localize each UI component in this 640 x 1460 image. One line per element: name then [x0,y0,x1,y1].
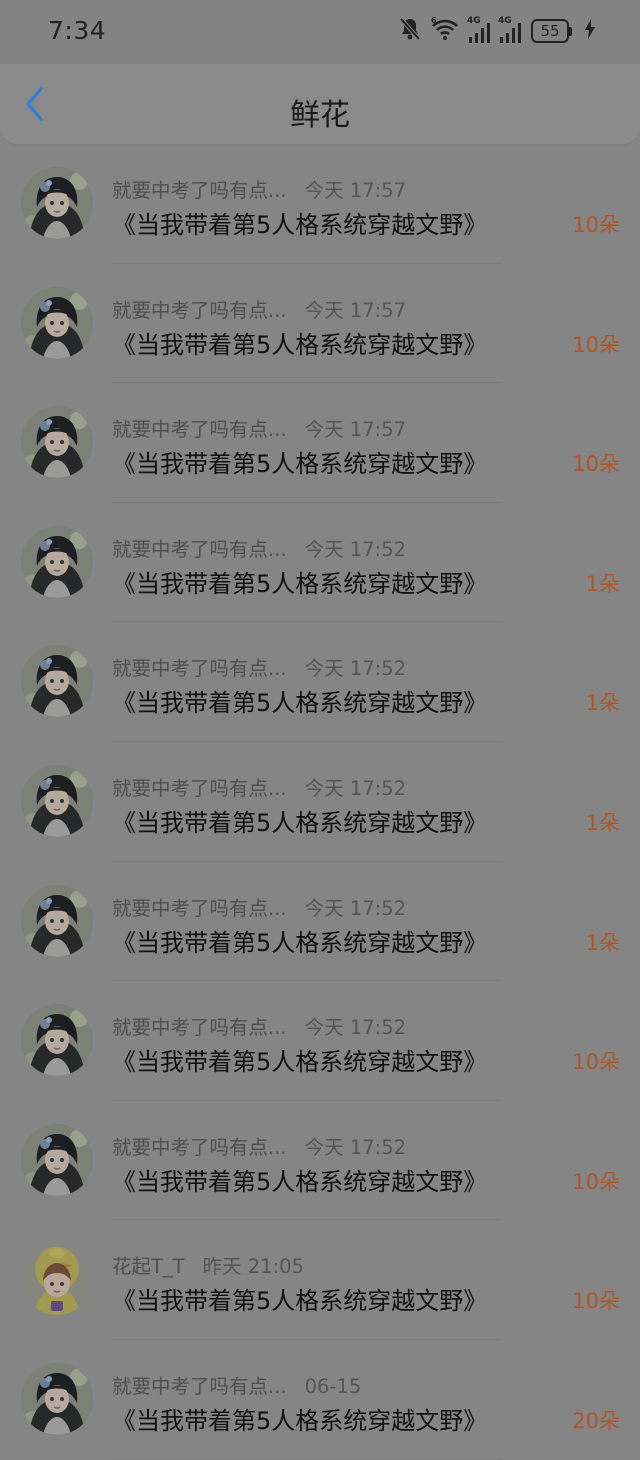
avatar[interactable] [21,286,93,359]
timestamp: 昨天 21:05 [202,1255,304,1279]
avatar[interactable] [21,764,93,837]
item-meta: 就要中考了吗有点... 今天 17:57 [112,294,407,323]
battery-level: 55 [531,19,569,43]
avatar[interactable] [21,1004,93,1077]
list-item[interactable]: 就要中考了吗有点... 今天 17:57 《当我带着第5人格系统穿越文野》 10朵 [0,383,640,503]
status-icons: 6 4G 4G 55 [399,16,596,46]
avatar[interactable] [21,406,93,479]
book-title: 《当我带着第5人格系统穿越文野》 [112,211,488,239]
book-title: 《当我带着第5人格系统穿越文野》 [112,569,488,598]
item-meta: 就要中考了吗有点... 今天 17:52 [112,772,407,801]
bell-off-icon [399,17,421,45]
item-meta: 就要中考了吗有点... 今天 17:57 [112,413,407,442]
list-item[interactable]: 花起T_T 昨天 21:05 《当我带着第5人格系统穿越文野》 10朵 [0,1220,640,1340]
avatar[interactable] [21,1243,93,1316]
book-title: 《当我带着第5人格系统穿越文野》 [112,1167,488,1196]
book-title: 《当我带着第5人格系统穿越文野》 [112,450,488,479]
avatar[interactable] [21,167,93,239]
signal-icon: 4G [467,16,490,43]
avatar[interactable] [21,1362,93,1435]
flower-count: 1朵 [585,571,620,596]
flower-count: 10朵 [572,213,620,237]
timestamp: 今天 17:52 [304,896,407,920]
avatar[interactable] [21,1123,93,1196]
list-item[interactable]: 就要中考了吗有点... 今天 17:52 《当我带着第5人格系统穿越文野》 1朵 [0,622,640,742]
item-meta: 就要中考了吗有点... 今天 17:52 [112,1011,407,1040]
timestamp: 今天 17:52 [304,537,407,561]
username[interactable]: 就要中考了吗有点... [112,413,287,442]
flower-count: 10朵 [572,452,620,477]
status-bar: 7:34 6 4G 4G 55 [0,0,640,64]
page-title: 鲜花 [290,98,350,133]
list-item[interactable]: 就要中考了吗有点... 今天 17:52 《当我带着第5人格系统穿越文野》 1朵 [0,742,640,862]
item-meta: 就要中考了吗有点... 今天 17:52 [112,892,407,921]
list-item[interactable]: 就要中考了吗有点... 今天 17:52 《当我带着第5人格系统穿越文野》 10朵 [0,1101,640,1221]
book-title: 《当我带着第5人格系统穿越文野》 [112,1406,488,1435]
item-meta: 就要中考了吗有点... 今天 17:52 [112,533,407,562]
timestamp: 今天 17:52 [304,776,407,800]
wifi-icon: 6 [431,16,459,45]
avatar[interactable] [21,525,93,598]
bolt-icon [584,18,596,44]
timestamp: 今天 17:52 [304,1016,407,1040]
signal-label: 4G [498,16,512,26]
username[interactable]: 就要中考了吗有点... [112,652,287,681]
status-time: 7:34 [48,16,107,45]
username[interactable]: 就要中考了吗有点... [112,174,287,203]
list-item[interactable]: 就要中考了吗有点... 今天 17:52 《当我带着第5人格系统穿越文野》 1朵 [0,503,640,623]
flower-count: 10朵 [572,1050,620,1075]
item-meta: 就要中考了吗有点... 今天 17:57 [112,174,407,203]
book-title: 《当我带着第5人格系统穿越文野》 [112,689,488,718]
book-title: 《当我带着第5人格系统穿越文野》 [112,330,488,359]
username[interactable]: 就要中考了吗有点... [112,294,287,323]
list-item[interactable]: 就要中考了吗有点... 今天 17:57 《当我带着第5人格系统穿越文野》 10朵 [0,144,640,264]
signal-label: 4G [467,16,481,26]
list-item[interactable]: 就要中考了吗有点... 06-15 《当我带着第5人格系统穿越文野》 20朵 [0,1340,640,1460]
timestamp: 今天 17:52 [304,1135,407,1159]
flower-count: 1朵 [585,930,620,955]
username[interactable]: 就要中考了吗有点... [112,1370,287,1399]
username[interactable]: 就要中考了吗有点... [112,892,287,921]
username[interactable]: 就要中考了吗有点... [112,1011,287,1040]
flower-count: 10朵 [572,332,620,357]
nav-bar: 鲜花 [0,64,640,144]
timestamp: 今天 17:57 [304,298,407,322]
signal-icon: 4G [498,16,521,43]
item-meta: 就要中考了吗有点... 今天 17:52 [112,652,407,681]
timestamp: 今天 17:57 [304,179,407,202]
list-item[interactable]: 就要中考了吗有点... 今天 17:57 《当我带着第5人格系统穿越文野》 10朵 [0,264,640,384]
timestamp: 今天 17:52 [304,657,407,681]
item-meta: 就要中考了吗有点... 今天 17:52 [112,1131,407,1160]
username[interactable]: 就要中考了吗有点... [112,1131,287,1160]
svg-text:6: 6 [431,17,437,25]
timestamp: 06-15 [304,1374,362,1398]
avatar[interactable] [21,645,93,718]
battery-icon: 55 [531,19,572,43]
book-title: 《当我带着第5人格系统穿越文野》 [112,808,488,837]
book-title: 《当我带着第5人格系统穿越文野》 [112,928,488,957]
flower-count: 10朵 [572,1289,620,1314]
username[interactable]: 花起T_T [112,1250,185,1279]
flower-count: 1朵 [585,810,620,835]
book-title: 《当我带着第5人格系统穿越文野》 [112,1287,488,1316]
avatar[interactable] [21,884,93,957]
username[interactable]: 就要中考了吗有点... [112,772,287,801]
timestamp: 今天 17:57 [304,418,407,442]
flower-count: 10朵 [572,1169,620,1194]
item-meta: 就要中考了吗有点... 06-15 [112,1370,362,1399]
username[interactable]: 就要中考了吗有点... [112,533,287,562]
flower-count: 1朵 [585,691,620,716]
flower-count: 20朵 [572,1408,620,1433]
flower-list: 就要中考了吗有点... 今天 17:57 《当我带着第5人格系统穿越文野》 10朵 就… [0,144,640,1460]
book-title: 《当我带着第5人格系统穿越文野》 [112,1048,488,1077]
list-item[interactable]: 就要中考了吗有点... 今天 17:52 《当我带着第5人格系统穿越文野》 1朵 [0,862,640,982]
item-meta: 花起T_T 昨天 21:05 [112,1250,304,1279]
list-item[interactable]: 就要中考了吗有点... 今天 17:52 《当我带着第5人格系统穿越文野》 10朵 [0,981,640,1101]
